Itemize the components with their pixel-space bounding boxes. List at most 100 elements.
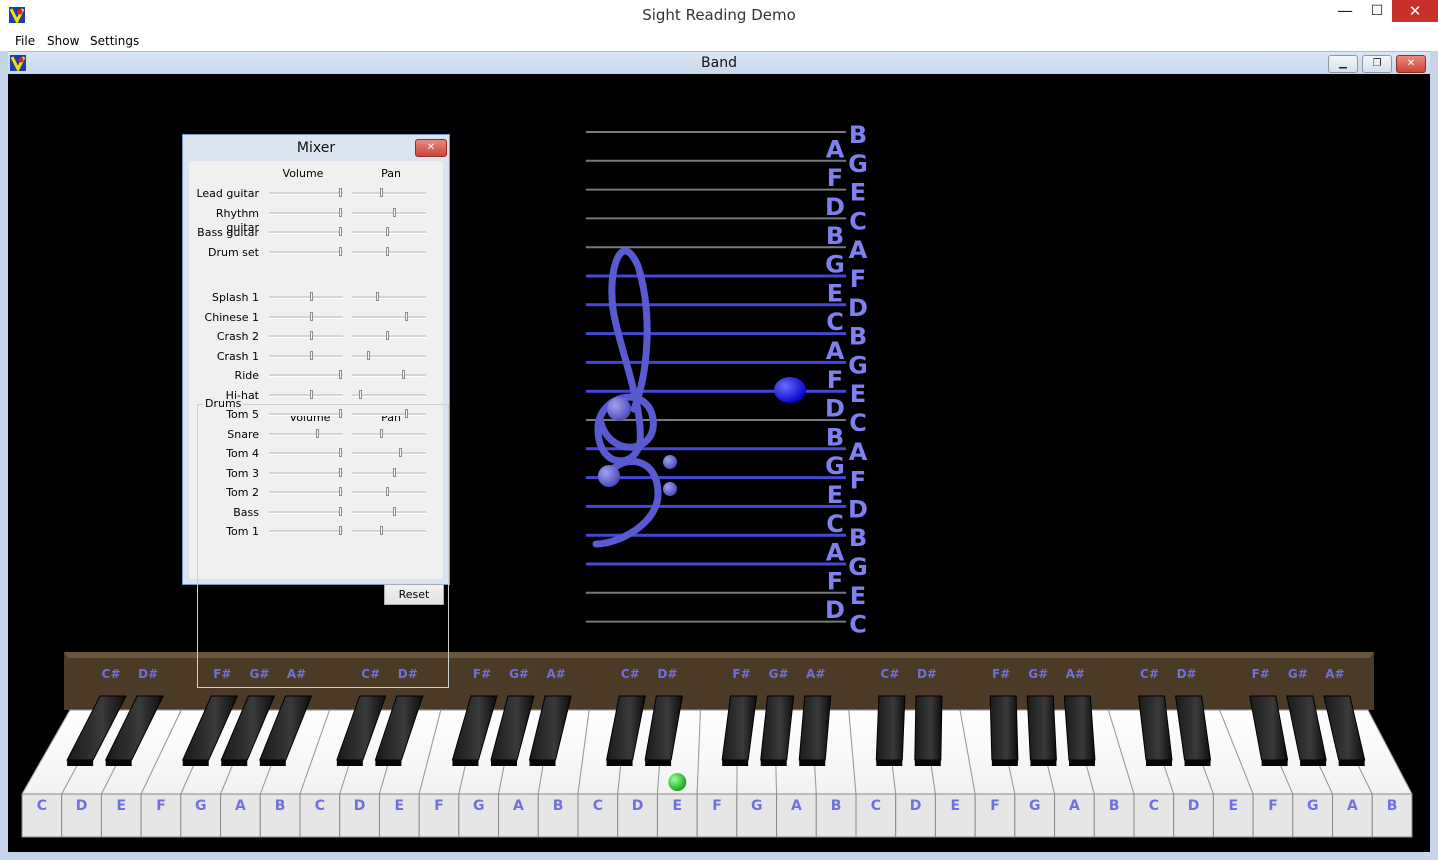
band-close-button[interactable]: ✕: [1396, 55, 1426, 73]
pan-slider[interactable]: [352, 207, 426, 219]
black-key-front[interactable]: [760, 760, 787, 766]
band-minimize-button[interactable]: ▁: [1328, 55, 1358, 73]
slider-thumb[interactable]: [339, 467, 342, 477]
black-key-front[interactable]: [182, 760, 209, 766]
slider-thumb[interactable]: [339, 487, 342, 496]
black-key-front[interactable]: [336, 760, 363, 766]
black-key-front[interactable]: [259, 760, 286, 766]
black-key[interactable]: [1063, 695, 1096, 761]
pan-slider[interactable]: [352, 246, 426, 258]
slider-thumb[interactable]: [310, 292, 313, 301]
volume-slider[interactable]: [269, 331, 343, 342]
pan-slider[interactable]: [352, 311, 426, 323]
black-key-front[interactable]: [876, 760, 903, 766]
slider-thumb[interactable]: [386, 331, 389, 340]
black-key[interactable]: [798, 695, 832, 761]
black-key-front[interactable]: [722, 760, 749, 766]
volume-slider[interactable]: [269, 506, 343, 518]
pan-slider[interactable]: [352, 350, 426, 362]
black-key-front[interactable]: [1068, 760, 1095, 766]
slider-thumb[interactable]: [339, 409, 342, 418]
reset-button[interactable]: Reset: [384, 584, 444, 605]
black-key-front[interactable]: [529, 760, 556, 766]
black-key-front[interactable]: [645, 760, 672, 766]
slider-thumb[interactable]: [310, 311, 313, 321]
slider-thumb[interactable]: [386, 246, 389, 256]
slider-thumb[interactable]: [316, 428, 319, 438]
band-restore-button[interactable]: ❐: [1362, 55, 1392, 73]
slider-thumb[interactable]: [339, 188, 342, 197]
slider-thumb[interactable]: [380, 526, 383, 535]
menu-settings[interactable]: Settings: [90, 33, 139, 49]
pan-slider[interactable]: [352, 188, 426, 199]
black-key[interactable]: [1026, 695, 1057, 761]
pan-slider[interactable]: [352, 448, 426, 459]
mixer-close-button[interactable]: ✕: [415, 139, 447, 157]
black-key-front[interactable]: [606, 760, 633, 766]
slider-thumb[interactable]: [339, 506, 342, 516]
slider-thumb[interactable]: [386, 487, 389, 496]
black-key-front[interactable]: [105, 760, 132, 766]
slider-thumb[interactable]: [339, 227, 342, 236]
volume-slider[interactable]: [269, 448, 343, 459]
black-key-front[interactable]: [914, 760, 941, 766]
slider-thumb[interactable]: [339, 370, 342, 379]
pan-slider[interactable]: [352, 389, 426, 401]
black-key-front[interactable]: [799, 760, 826, 766]
slider-thumb[interactable]: [380, 188, 383, 197]
volume-slider[interactable]: [269, 227, 343, 238]
pan-slider[interactable]: [352, 292, 426, 303]
pan-slider[interactable]: [352, 409, 426, 420]
black-key-front[interactable]: [490, 760, 517, 766]
black-key-front[interactable]: [1261, 760, 1288, 766]
black-key-front[interactable]: [1184, 760, 1211, 766]
slider-thumb[interactable]: [386, 227, 389, 236]
black-key-front[interactable]: [375, 760, 402, 766]
volume-slider[interactable]: [269, 350, 343, 362]
slider-thumb[interactable]: [393, 207, 396, 217]
maximize-button[interactable]: ☐: [1362, 0, 1392, 22]
black-key-front[interactable]: [1300, 760, 1327, 766]
volume-slider[interactable]: [269, 207, 343, 219]
pan-slider[interactable]: [352, 526, 426, 537]
slider-thumb[interactable]: [310, 331, 313, 340]
slider-thumb[interactable]: [339, 246, 342, 256]
volume-slider[interactable]: [269, 370, 343, 381]
black-key[interactable]: [875, 695, 906, 761]
black-key-front[interactable]: [1030, 760, 1057, 766]
menu-show[interactable]: Show: [47, 33, 79, 49]
slider-thumb[interactable]: [339, 526, 342, 535]
slider-thumb[interactable]: [402, 370, 405, 379]
slider-thumb[interactable]: [405, 311, 408, 321]
black-key-front[interactable]: [991, 760, 1018, 766]
black-key-front[interactable]: [221, 760, 248, 766]
pan-slider[interactable]: [352, 331, 426, 342]
black-key-front[interactable]: [67, 760, 94, 766]
pan-slider[interactable]: [352, 370, 426, 381]
slider-thumb[interactable]: [367, 350, 370, 360]
volume-slider[interactable]: [269, 292, 343, 303]
slider-thumb[interactable]: [393, 506, 396, 516]
slider-thumb[interactable]: [339, 207, 342, 217]
volume-slider[interactable]: [269, 467, 343, 479]
black-key[interactable]: [989, 695, 1019, 761]
pan-slider[interactable]: [352, 487, 426, 498]
slider-thumb[interactable]: [310, 350, 313, 360]
minimize-button[interactable]: —: [1330, 0, 1360, 22]
slider-thumb[interactable]: [359, 389, 362, 399]
black-key-front[interactable]: [1338, 760, 1365, 766]
slider-thumb[interactable]: [339, 448, 342, 457]
pan-slider[interactable]: [352, 506, 426, 518]
slider-thumb[interactable]: [376, 292, 379, 301]
slider-thumb[interactable]: [405, 409, 408, 418]
volume-slider[interactable]: [269, 311, 343, 323]
black-key[interactable]: [914, 695, 943, 761]
volume-slider[interactable]: [269, 428, 343, 440]
slider-thumb[interactable]: [310, 389, 313, 399]
volume-slider[interactable]: [269, 246, 343, 258]
pan-slider[interactable]: [352, 227, 426, 238]
close-button[interactable]: ✕: [1392, 0, 1438, 22]
volume-slider[interactable]: [269, 526, 343, 537]
pan-slider[interactable]: [352, 428, 426, 440]
volume-slider[interactable]: [269, 487, 343, 498]
